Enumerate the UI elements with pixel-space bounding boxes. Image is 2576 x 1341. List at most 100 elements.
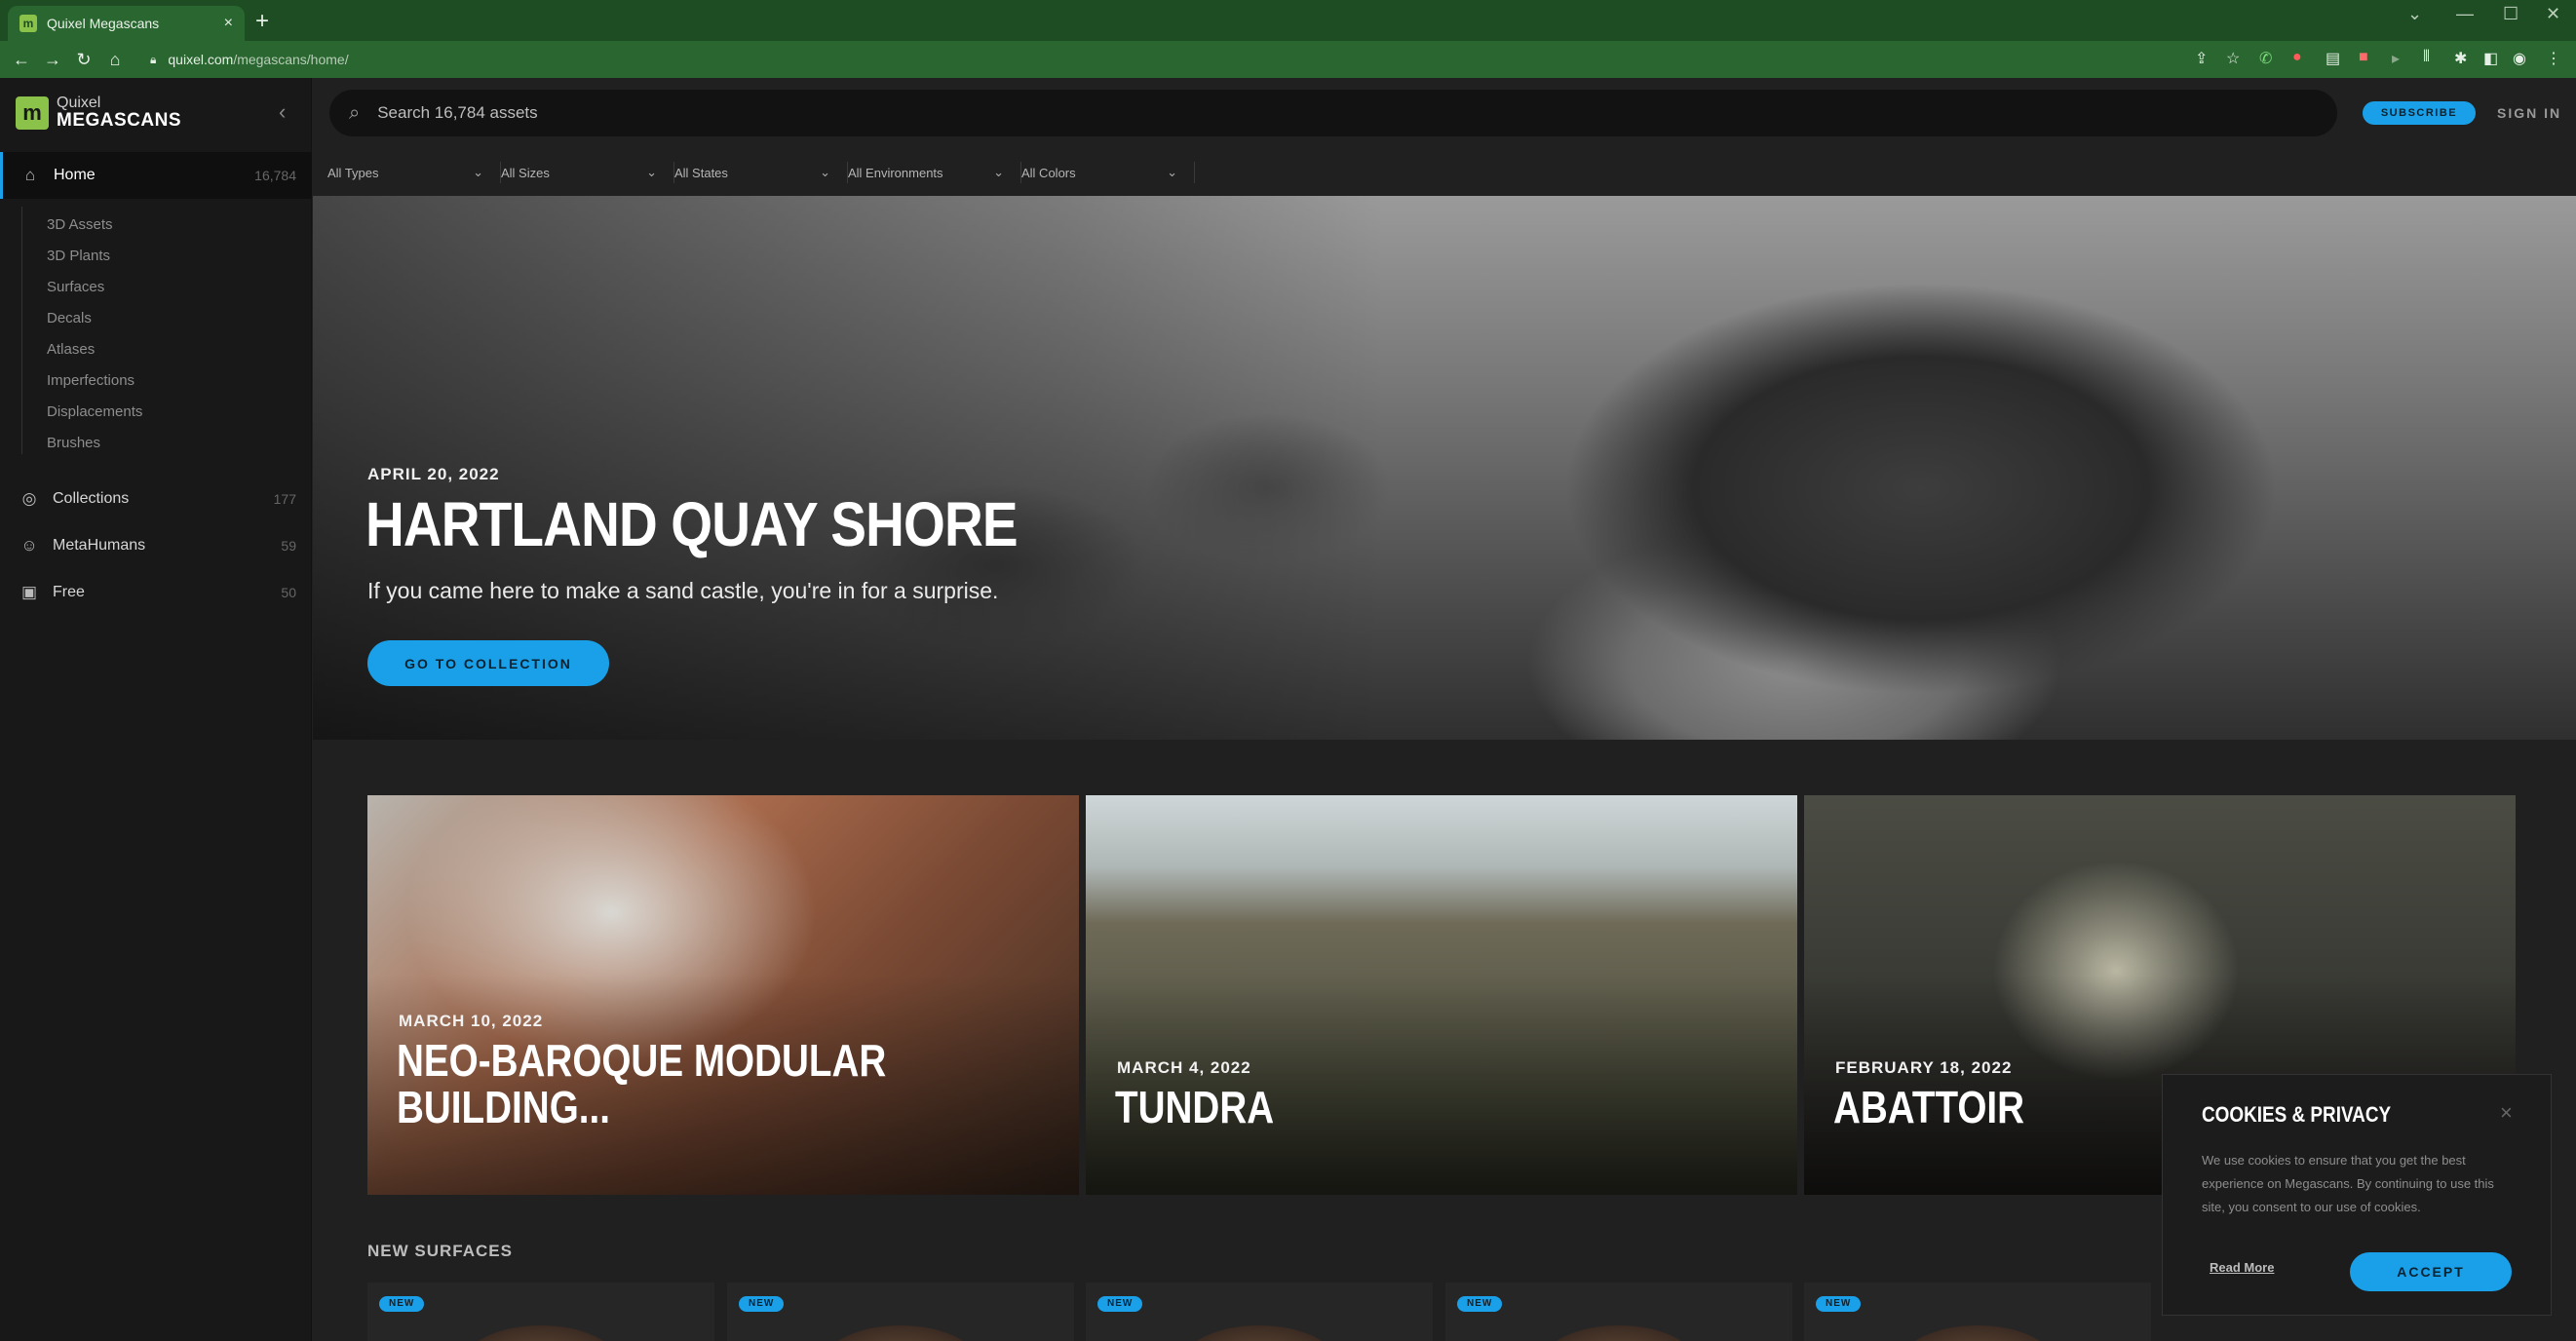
sidebar-item-count: 16,784 — [254, 168, 296, 183]
browser-tab-bar: m Quixel Megascans × + ⌄ — ☐ ✕ — [0, 0, 2576, 41]
sidebar-item-label: MetaHumans — [53, 537, 146, 554]
sidebar-item-collections[interactable]: ◎ Collections 177 — [0, 478, 312, 520]
sidebar-subitem-imperfections[interactable]: Imperfections — [47, 372, 135, 389]
card-title: NEO-BAROQUE MODULAR BUILDING... — [397, 1037, 886, 1130]
sign-in-link[interactable]: SIGN IN — [2497, 105, 2561, 121]
filter-label: All Environments — [848, 165, 943, 180]
cookie-title: COOKIES & PRIVACY — [2202, 1102, 2392, 1127]
cookie-dialog: COOKIES & PRIVACY × We use cookies to en… — [2162, 1074, 2552, 1316]
new-badge: NEW — [379, 1296, 425, 1312]
filter-sizes-dropdown[interactable]: All Sizes ⌄ — [501, 156, 674, 189]
new-tab-button[interactable]: + — [255, 8, 269, 35]
sidebar-item-count: 50 — [281, 585, 296, 600]
home-icon: ⌂ — [24, 166, 36, 184]
tab-title: Quixel Megascans — [47, 16, 160, 31]
user-circle-icon: ☺ — [20, 536, 38, 555]
subscribe-button[interactable]: SUBSCRIBE — [2363, 101, 2476, 125]
sidebar-item-free[interactable]: ▣ Free 50 — [0, 571, 312, 614]
chevron-down-icon: ⌄ — [820, 165, 830, 179]
brand-logo[interactable]: m Quixel MEGASCANS — [16, 96, 181, 130]
browser-menu-icon[interactable]: ⋮ — [2546, 49, 2561, 68]
sidebar-subitem-decals[interactable]: Decals — [47, 310, 92, 326]
featured-card-neo-baroque[interactable]: MARCH 10, 2022 NEO-BAROQUE MODULAR BUILD… — [367, 795, 1079, 1195]
extension-wallet-icon[interactable]: ▤ — [2326, 49, 2340, 68]
bookmark-star-icon[interactable]: ☆ — [2226, 49, 2240, 68]
browser-toolbar: ← → ↻ ⌂ 🔒︎ quixel.com/megascans/home/ — [0, 41, 2576, 78]
sidebar-subitem-brushes[interactable]: Brushes — [47, 435, 100, 451]
read-more-link[interactable]: Read More — [2210, 1260, 2274, 1275]
accept-button[interactable]: ACCEPT — [2350, 1252, 2512, 1291]
surface-thumbnail — [1181, 1325, 1337, 1341]
chevron-down-icon: ⌄ — [1167, 165, 1177, 179]
surface-card[interactable]: NEW — [1445, 1283, 1792, 1341]
url-path: /megascans/home/ — [233, 52, 349, 67]
favicon-icon: m — [19, 15, 37, 32]
browser-tab[interactable]: m Quixel Megascans × — [8, 6, 245, 41]
hero-date: APRIL 20, 2022 — [367, 465, 500, 483]
address-bar[interactable]: 🔒︎ quixel.com/megascans/home/ — [150, 52, 349, 67]
go-to-collection-button[interactable]: GO TO COLLECTION — [367, 640, 609, 686]
card-title-line2: BUILDING... — [397, 1082, 610, 1132]
surface-card[interactable]: NEW — [367, 1283, 714, 1341]
filter-label: All Colors — [1021, 165, 1076, 180]
new-badge: NEW — [1457, 1296, 1503, 1312]
maximize-icon[interactable]: ☐ — [2503, 4, 2518, 24]
sidebar-item-metahumans[interactable]: ☺ MetaHumans 59 — [0, 524, 312, 567]
card-title-line1: ABATTOIR — [1833, 1082, 2025, 1132]
chevron-down-icon: ⌄ — [473, 165, 483, 179]
sidebar: m Quixel MEGASCANS ‹ ⌂ Home 16,784 3D As… — [0, 78, 312, 1341]
hero-banner[interactable]: APRIL 20, 2022 HARTLAND QUAY SHORE If yo… — [313, 196, 2576, 740]
card-date: MARCH 10, 2022 — [399, 1012, 544, 1030]
extensions-puzzle-icon[interactable]: ✱ — [2454, 49, 2467, 68]
search-bar[interactable]: ⌕ Search 16,784 assets — [329, 90, 2337, 136]
url-host: quixel.com — [168, 52, 234, 67]
gift-icon: ▣ — [20, 583, 38, 601]
new-badge: NEW — [739, 1296, 785, 1312]
minimize-icon[interactable]: — — [2456, 4, 2474, 24]
card-title: TUNDRA — [1115, 1084, 1274, 1130]
extension-phone-icon[interactable]: ✆ — [2259, 49, 2272, 68]
close-window-icon[interactable]: ✕ — [2546, 4, 2560, 24]
extension-record-icon[interactable]: ● — [2292, 49, 2302, 66]
sidebar-subitem-surfaces[interactable]: Surfaces — [47, 279, 104, 295]
sidebar-item-label: Home — [54, 167, 96, 183]
share-icon[interactable]: ⇪ — [2195, 49, 2208, 68]
filter-environments-dropdown[interactable]: All Environments ⌄ — [848, 156, 1021, 189]
filter-colors-dropdown[interactable]: All Colors ⌄ — [1021, 156, 1195, 189]
featured-card-tundra[interactable]: MARCH 4, 2022 TUNDRA — [1086, 795, 1797, 1195]
extension-plug-icon[interactable]: ▸ — [2392, 49, 2400, 68]
sidebar-item-home[interactable]: ⌂ Home 16,784 — [0, 152, 312, 199]
surface-card[interactable]: NEW — [1086, 1283, 1433, 1341]
sidebar-subitem-atlases[interactable]: Atlases — [47, 341, 95, 358]
profile-avatar-icon[interactable]: ◉ — [2513, 49, 2526, 68]
extension-audio-icon[interactable]: ⦀ — [2423, 49, 2430, 66]
surface-card[interactable]: NEW — [727, 1283, 1074, 1341]
sidebar-item-count: 177 — [273, 491, 296, 507]
tab-search-icon[interactable]: ⌄ — [2407, 4, 2422, 24]
surface-thumbnail — [1541, 1325, 1697, 1341]
extension-badge-icon[interactable]: ■ — [2359, 49, 2368, 66]
close-icon[interactable]: × — [2500, 1100, 2513, 1126]
subnav-rail — [21, 207, 23, 454]
search-placeholder: Search 16,784 assets — [377, 103, 538, 122]
filter-types-dropdown[interactable]: All Types ⌄ — [327, 156, 501, 189]
filter-states-dropdown[interactable]: All States ⌄ — [674, 156, 848, 189]
reload-icon[interactable]: ↻ — [68, 50, 99, 70]
forward-icon[interactable]: → — [37, 50, 68, 70]
chevron-down-icon: ⌄ — [646, 165, 657, 179]
filter-label: All Sizes — [501, 165, 550, 180]
home-icon[interactable]: ⌂ — [99, 50, 131, 70]
sidebar-subitem-displacements[interactable]: Displacements — [47, 403, 142, 420]
collapse-sidebar-icon[interactable]: ‹ — [279, 99, 286, 125]
filter-label: All Types — [327, 165, 379, 180]
hero-title: HARTLAND QUAY SHORE — [365, 489, 1019, 559]
side-panel-icon[interactable]: ◧ — [2483, 49, 2498, 68]
surface-card[interactable]: NEW — [1804, 1283, 2151, 1341]
back-icon[interactable]: ← — [6, 50, 37, 70]
chevron-down-icon: ⌄ — [993, 165, 1004, 179]
sidebar-subitem-3d-plants[interactable]: 3D Plants — [47, 248, 110, 264]
close-tab-icon[interactable]: × — [224, 15, 233, 32]
search-icon: ⌕ — [349, 101, 361, 124]
sidebar-subitem-3d-assets[interactable]: 3D Assets — [47, 216, 113, 233]
surface-thumbnail — [463, 1325, 619, 1341]
